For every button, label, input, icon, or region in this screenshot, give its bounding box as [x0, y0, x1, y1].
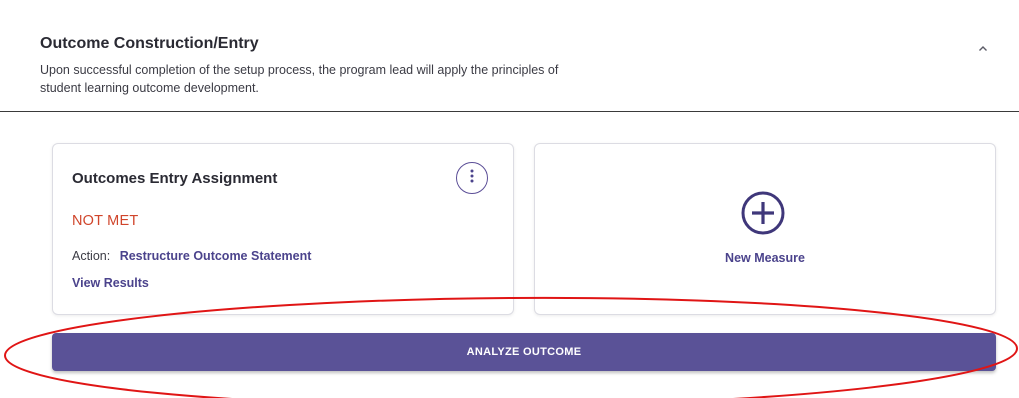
view-results-link[interactable]: View Results: [72, 276, 149, 290]
outcomes-entry-assignment-card: Outcomes Entry Assignment NOT MET Action…: [52, 143, 514, 315]
action-row: Action: Restructure Outcome Statement: [72, 249, 311, 263]
section-title: Outcome Construction/Entry: [40, 35, 259, 52]
status-badge: NOT MET: [72, 213, 139, 229]
plus-circle-icon: [739, 189, 787, 237]
new-measure-label: New Measure: [725, 251, 805, 265]
action-link[interactable]: Restructure Outcome Statement: [120, 249, 312, 263]
new-measure-card[interactable]: New Measure: [534, 143, 996, 315]
action-label: Action:: [72, 249, 111, 263]
analyze-outcome-button[interactable]: ANALYZE OUTCOME: [52, 333, 996, 371]
card-title: Outcomes Entry Assignment: [72, 170, 278, 187]
collapse-section-button[interactable]: [974, 40, 992, 56]
more-vertical-icon: [470, 169, 474, 188]
section-divider: [0, 111, 1019, 112]
chevron-up-icon: [978, 39, 988, 57]
card-menu-button[interactable]: [456, 162, 488, 194]
section-description: Upon successful completion of the setup …: [40, 63, 559, 95]
